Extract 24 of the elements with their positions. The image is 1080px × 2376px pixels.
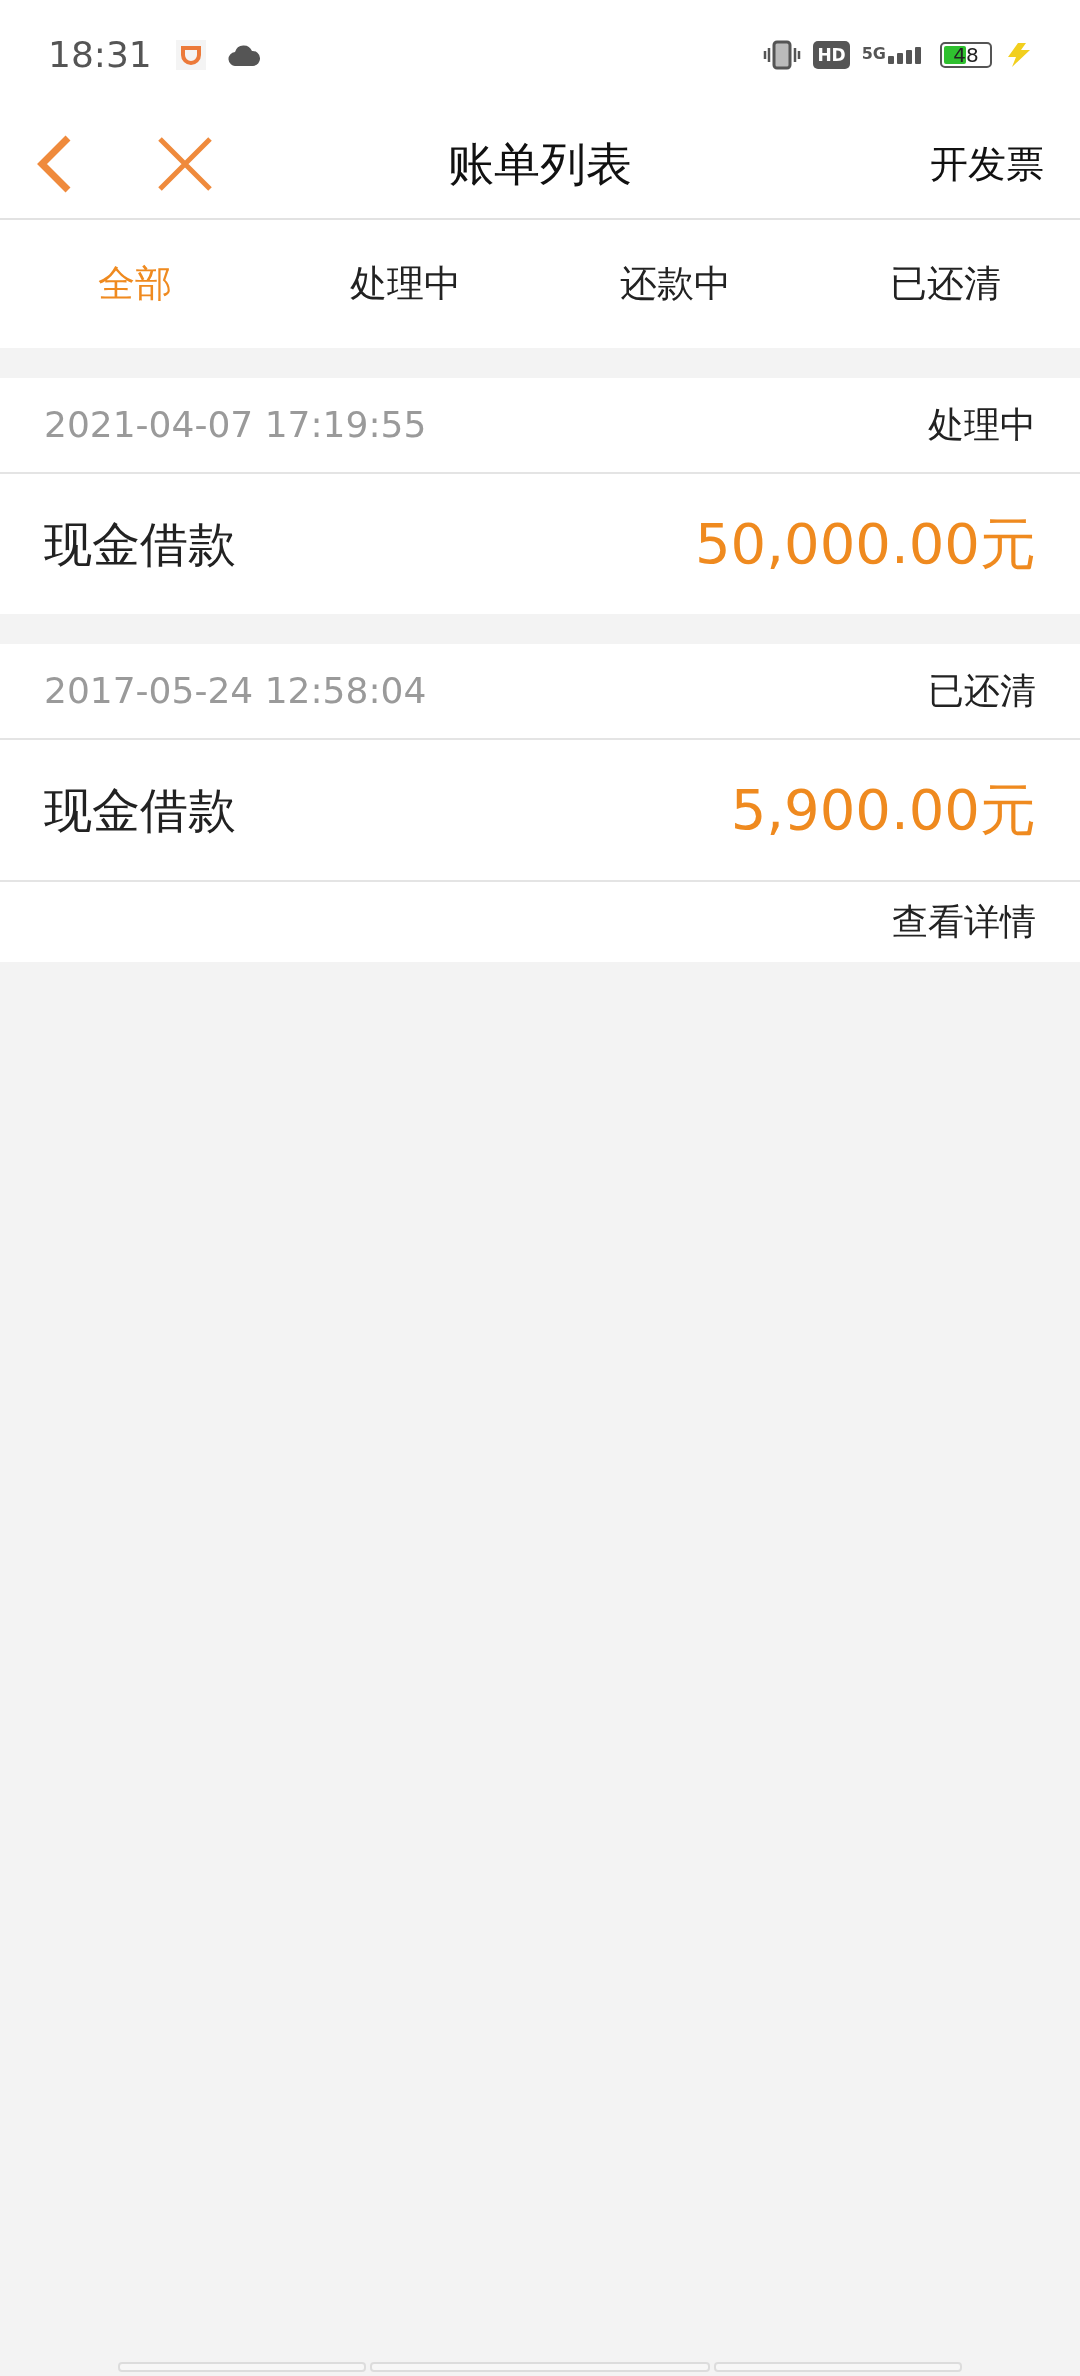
filter-tab[interactable]: 还款中 (619, 256, 731, 312)
bill-status: 处理中 (928, 403, 1036, 447)
battery-level: 48 (953, 45, 979, 65)
bill-amount: 5,900.00元 (730, 776, 1036, 844)
filter-tab[interactable]: 已还清 (889, 256, 1001, 312)
invoice-button[interactable]: 开发票 (930, 135, 1044, 193)
bill-type: 现金借款 (44, 781, 236, 840)
hd-badge: HD (813, 41, 850, 69)
close-icon[interactable] (157, 136, 213, 192)
bill-time: 2021-04-07 17:19:55 (44, 403, 427, 447)
status-time: 18:31 (48, 33, 152, 77)
bill-type: 现金借款 (44, 515, 236, 574)
app-notification-icon (175, 40, 206, 70)
bill-status: 已还清 (928, 669, 1036, 713)
page-title: 账单列表 (448, 135, 632, 193)
view-details-link[interactable]: 查看详情 (892, 895, 1036, 949)
vibrate-icon (763, 40, 802, 70)
bill-time: 2017-05-24 12:58:04 (44, 669, 427, 713)
bill-amount: 50,000.00元 (695, 510, 1036, 578)
network-label: 5G (861, 46, 886, 62)
signal-icon (888, 47, 921, 64)
filter-tab[interactable]: 处理中 (349, 256, 461, 312)
back-icon[interactable] (36, 135, 72, 193)
cloud-icon (227, 44, 260, 66)
